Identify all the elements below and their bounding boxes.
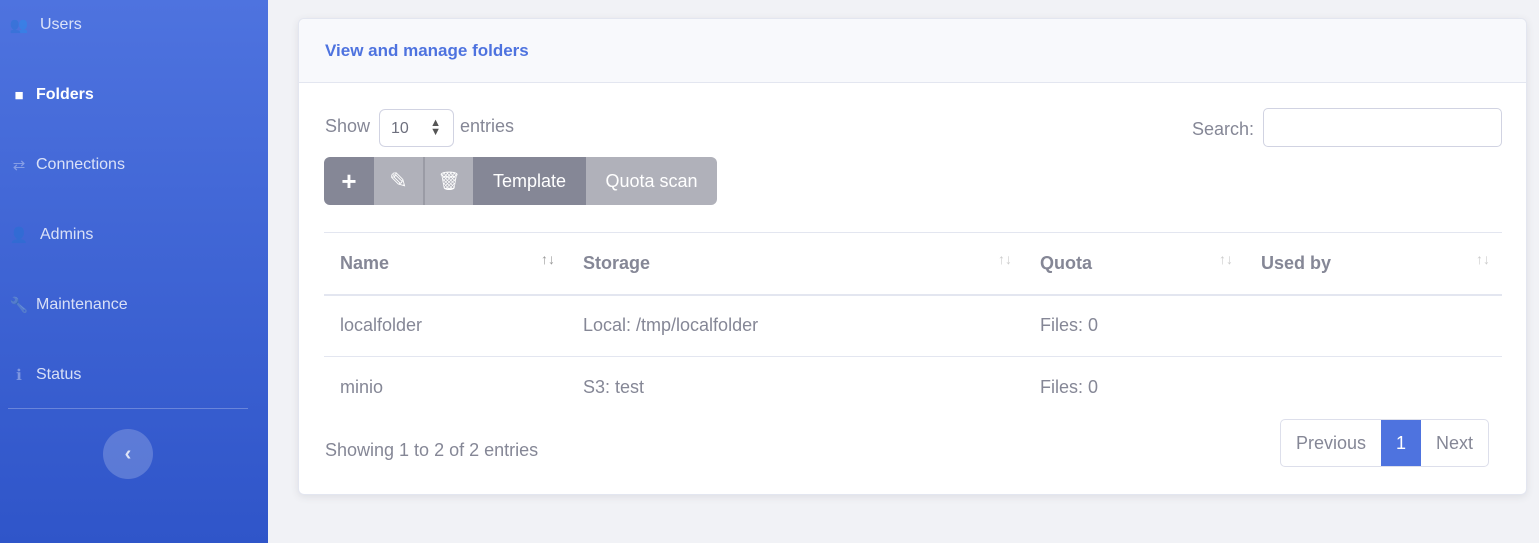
folders-card: View and manage folders Show 10 ▲ ▼ entrie… xyxy=(298,18,1527,495)
info-circle-icon: ℹ xyxy=(16,367,22,384)
folders-table: Name ↑↓ Storage ↑↓ Quota ↑↓ Used by ↑↓ local… xyxy=(324,232,1502,419)
card-title: View and manage folders xyxy=(299,19,1526,83)
show-label: Show xyxy=(325,116,371,136)
template-button[interactable]: Template xyxy=(473,157,586,205)
column-header-storage[interactable]: Storage ↑↓ xyxy=(567,232,1024,296)
cell-name: minio xyxy=(340,377,384,398)
quota-scan-button[interactable]: Quota scan xyxy=(586,157,717,205)
wrench-icon: 🔧 xyxy=(9,297,29,314)
sidebar-item-status[interactable]: ℹ Status xyxy=(8,360,81,390)
entries-value: 10 xyxy=(391,120,409,137)
cell-used-by xyxy=(1245,357,1502,419)
cell-quota: Files: 0 xyxy=(1024,294,1245,357)
sidebar-item-admins[interactable]: 👤 Admins xyxy=(8,220,94,250)
column-header-name[interactable]: Name ↑↓ xyxy=(324,232,567,296)
folder-icon: ■ xyxy=(14,86,24,104)
select-arrows-icon: ▲ ▼ xyxy=(430,117,441,138)
cell-quota: Files: 0 xyxy=(1040,377,1099,398)
add-button[interactable]: + xyxy=(324,157,374,205)
pagination: Previous 1 Next xyxy=(1280,419,1490,467)
search-input[interactable] xyxy=(1263,108,1502,147)
toolbar: + ✎ 🗑 Template Quota scan xyxy=(324,157,717,205)
sidebar-item-maintenance[interactable]: 🔧 Maintenance xyxy=(8,290,128,320)
chevron-left-icon: ‹ xyxy=(124,442,132,465)
trash-icon: 🗑 xyxy=(437,170,461,191)
column-header-quota[interactable]: Quota ↑↓ xyxy=(1024,232,1245,296)
cell-used-by xyxy=(1245,294,1502,357)
sort-icon: ↑↓ xyxy=(541,251,555,267)
delete-button[interactable]: 🗑 xyxy=(425,157,473,205)
next-button[interactable]: Next xyxy=(1421,420,1488,466)
sidebar-item-users[interactable]: 👥 Users xyxy=(8,10,82,40)
column-header-used-by[interactable]: Used by ↑↓ xyxy=(1245,232,1502,296)
sidebar-divider xyxy=(8,408,248,409)
pencil-icon: ✎ xyxy=(389,168,408,193)
sort-icon: ↑↓ xyxy=(1476,251,1490,267)
table-row[interactable]: localfolder Local: /tmp/localfolder Files:… xyxy=(324,294,1502,357)
users-icon: 👥 xyxy=(9,17,29,34)
sidebar-toggle-button[interactable]: ‹ xyxy=(103,429,153,479)
sidebar-item-label: Maintenance xyxy=(36,296,128,313)
sidebar-item-label: Users xyxy=(40,16,82,33)
plus-icon: + xyxy=(341,165,357,196)
user-cog-icon: 👤 xyxy=(9,227,29,244)
exchange-icon: ⇄ xyxy=(12,157,26,174)
entries-select[interactable]: 10 ▲ ▼ xyxy=(379,109,454,147)
page-1-button[interactable]: 1 xyxy=(1381,420,1422,466)
entries-label: entries xyxy=(460,116,515,136)
sidebar: 👥 Users ■ Folders ⇄ Connections 👤 Admins 🔧 Ma… xyxy=(0,0,268,543)
table-row[interactable]: minio S3: test Files: 0 xyxy=(324,357,1502,419)
sidebar-item-folders[interactable]: ■ Folders xyxy=(8,80,94,110)
cell-storage: S3: test xyxy=(583,377,645,398)
cell-storage: Local: /tmp/localfolder xyxy=(567,294,1024,357)
sidebar-item-label: Status xyxy=(36,366,82,383)
sidebar-item-label: Admins xyxy=(40,226,94,243)
sidebar-item-connections[interactable]: ⇄ Connections xyxy=(8,150,125,180)
table-info: Showing 1 to 2 of 2 entries xyxy=(325,440,539,460)
sidebar-item-label: Folders xyxy=(36,86,94,103)
search-label: Search: xyxy=(1192,119,1255,139)
previous-button[interactable]: Previous xyxy=(1281,420,1381,466)
sort-icon: ↑↓ xyxy=(1219,251,1233,267)
cell-name: localfolder xyxy=(324,294,567,357)
sort-icon: ↑↓ xyxy=(998,251,1012,267)
sidebar-item-label: Connections xyxy=(36,156,125,173)
edit-button[interactable]: ✎ xyxy=(374,157,425,205)
